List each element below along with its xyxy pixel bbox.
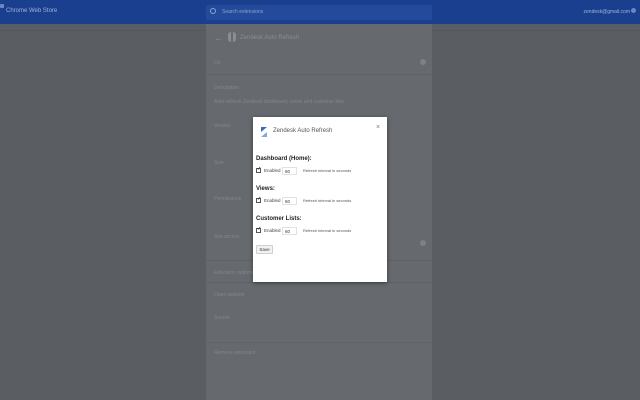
divider <box>0 30 206 31</box>
enabled-checkbox[interactable]: ✔ <box>256 166 262 173</box>
row-label-extension-options[interactable]: Extension options <box>214 270 253 276</box>
interval-hint: Refresh interval in seconds <box>303 168 352 173</box>
divider <box>206 74 432 75</box>
extension-logo-icon <box>228 32 236 42</box>
section-title: Views: <box>256 186 275 192</box>
enabled-label: Enabled <box>264 168 281 173</box>
row-label-source: Source <box>214 315 230 321</box>
row-label-description: Description <box>214 85 240 91</box>
dialog-header: Zendesk Auto Refresh <box>259 126 369 138</box>
avatar[interactable] <box>631 8 636 13</box>
row-label-on: On <box>214 60 221 66</box>
customer-lists-section: Customer Lists: ✔ Enabled Refresh interv… <box>256 216 384 236</box>
row-label-open-website[interactable]: Open website <box>214 292 245 298</box>
row-label-size: Size <box>214 160 224 166</box>
extension-name: Zendesk Auto Refresh <box>240 35 300 41</box>
save-button[interactable]: Save <box>256 245 273 254</box>
setting-row: ✔ Enabled Refresh interval in seconds <box>256 226 384 236</box>
on-toggle[interactable] <box>420 59 426 65</box>
row-label-site-access: Site access <box>214 234 240 240</box>
dashboard-section: Dashboard (Home): ✔ Enabled Refresh inte… <box>256 156 384 176</box>
options-dialog: Zendesk Auto Refresh × Dashboard (Home):… <box>253 117 387 282</box>
interval-input[interactable] <box>282 227 297 235</box>
row-value-description: Auto-refresh Zendesk dashboard, views an… <box>214 99 345 105</box>
enabled-checkbox[interactable]: ✔ <box>256 196 262 203</box>
views-section: Views: ✔ Enabled Refresh interval in sec… <box>256 186 384 206</box>
dialog-title: Zendesk Auto Refresh <box>273 128 333 134</box>
account-label[interactable]: zendesk@gmail.com <box>584 9 630 15</box>
search-icon <box>210 8 216 14</box>
divider <box>206 342 432 343</box>
checkmark-icon: ✔ <box>257 226 262 232</box>
interval-hint: Refresh interval in seconds <box>303 228 352 233</box>
search-box[interactable]: Search extensions <box>206 5 432 20</box>
interval-hint: Refresh interval in seconds <box>303 198 352 203</box>
setting-row: ✔ Enabled Refresh interval in seconds <box>256 166 384 176</box>
zendesk-refresh-logo-icon <box>261 127 267 137</box>
right-pane <box>432 24 640 400</box>
setting-row: ✔ Enabled Refresh interval in seconds <box>256 196 384 206</box>
search-placeholder: Search extensions <box>222 9 264 15</box>
section-title: Customer Lists: <box>256 216 302 222</box>
enabled-label: Enabled <box>264 228 281 233</box>
checkmark-icon: ✔ <box>257 196 262 202</box>
close-button[interactable]: × <box>374 124 382 132</box>
close-icon: × <box>375 124 381 131</box>
left-pane <box>0 24 206 400</box>
divider <box>206 282 432 283</box>
row-label-permissions: Permissions <box>214 196 242 202</box>
back-arrow-icon[interactable]: ← <box>214 33 223 43</box>
enabled-checkbox[interactable]: ✔ <box>256 226 262 233</box>
top-bar: Chrome Web Store Search extensions zende… <box>0 0 640 24</box>
enabled-label: Enabled <box>264 198 281 203</box>
interval-input[interactable] <box>282 167 297 175</box>
divider <box>432 30 640 31</box>
row-label-version: Version <box>214 123 231 129</box>
section-title: Dashboard (Home): <box>256 156 312 162</box>
menu-icon[interactable] <box>0 4 4 8</box>
checkmark-icon: ✔ <box>257 166 262 172</box>
row-label-remove-extension[interactable]: Remove extension <box>214 350 255 356</box>
site-access-toggle[interactable] <box>420 240 426 246</box>
brand-label: Chrome Web Store <box>6 8 58 14</box>
interval-input[interactable] <box>282 197 297 205</box>
